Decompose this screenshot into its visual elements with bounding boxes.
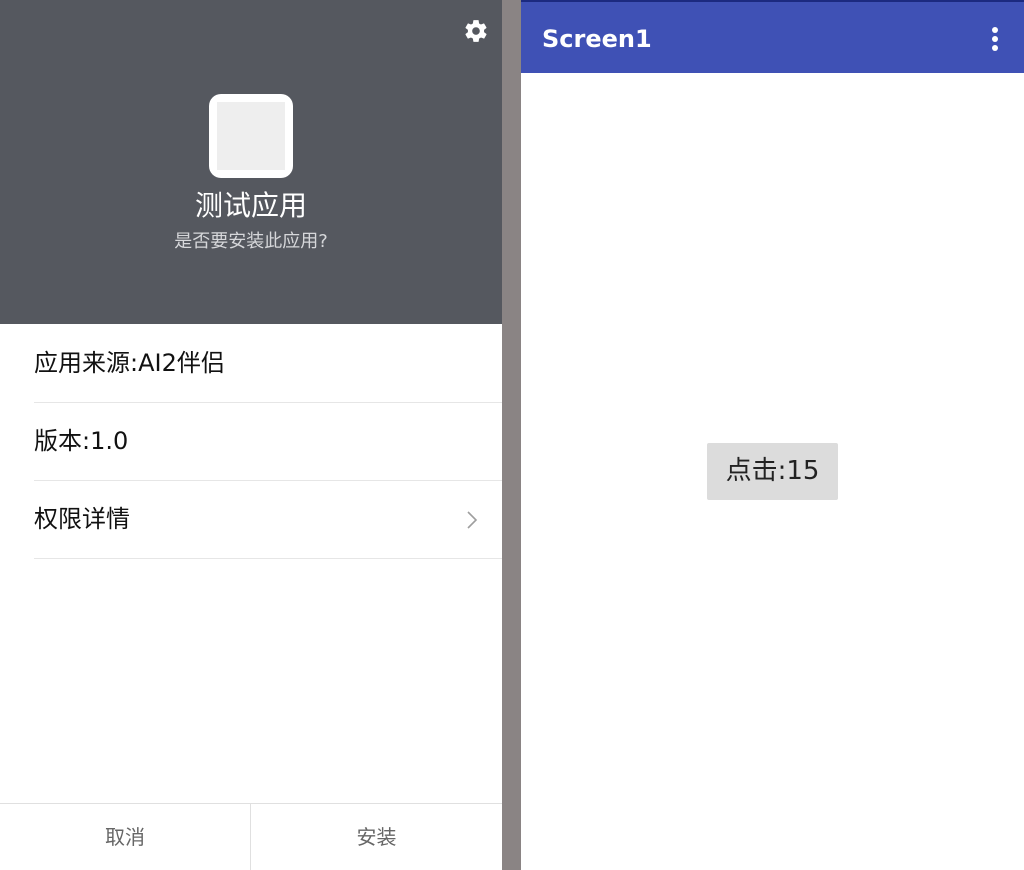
permission-details-label: 权限详情 — [34, 505, 130, 533]
cancel-button[interactable]: 取消 — [0, 804, 251, 870]
app-icon-placeholder — [217, 102, 285, 170]
install-button[interactable]: 安装 — [251, 804, 502, 870]
source-row: 应用来源:AI2伴侣 — [34, 325, 502, 403]
chevron-right-icon — [467, 511, 478, 529]
app-icon — [209, 94, 293, 178]
gear-icon[interactable] — [463, 18, 489, 44]
screen-title: Screen1 — [542, 25, 652, 53]
version-row: 版本:1.0 — [34, 403, 502, 481]
install-prompt: 是否要安装此应用? — [174, 231, 328, 252]
click-counter-button[interactable]: 点击:15 — [707, 443, 838, 500]
app-name: 测试应用 — [194, 189, 307, 222]
version-label: 版本:1.0 — [34, 427, 129, 455]
more-vert-icon[interactable] — [983, 24, 1007, 54]
app-screen: Screen1 点击:15 — [521, 0, 1024, 870]
source-label: 应用来源:AI2伴侣 — [34, 349, 225, 377]
installer-header: 测试应用 是否要安装此应用? — [0, 0, 502, 324]
permission-details-row[interactable]: 权限详情 — [34, 481, 502, 559]
app-bar: Screen1 — [521, 0, 1024, 73]
installer-panel: 测试应用 是否要安装此应用? 应用来源:AI2伴侣 版本:1.0 权限详情 取消… — [0, 0, 502, 870]
installer-footer: 取消 安装 — [0, 803, 502, 870]
